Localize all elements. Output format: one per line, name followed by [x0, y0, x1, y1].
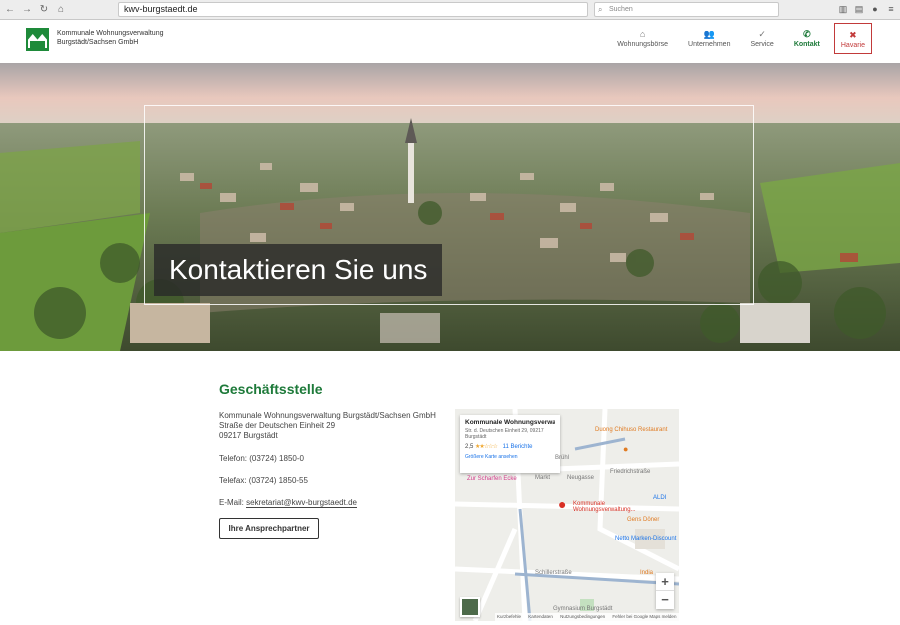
email-link[interactable]: sekretariat@kwv-burgstaedt.de	[246, 498, 357, 508]
brand-line-1: Kommunale Wohnungsverwaltung	[57, 30, 164, 37]
fax-number: Telefax: (03724) 1850-55	[219, 476, 308, 485]
map-label-cafe[interactable]: Zur Scharfen Ecke	[467, 476, 517, 482]
map-zoom-controls: + −	[656, 573, 674, 609]
phone-icon: ✆	[803, 29, 811, 39]
company-logo[interactable]	[26, 28, 49, 51]
phone-number: Telefon: (03724) 1850-0	[219, 454, 304, 463]
map-footer-terms[interactable]: Nutzungsbedingungen	[560, 614, 605, 619]
email-label: E-Mail:	[219, 498, 244, 507]
map-label-gymnasium[interactable]: Gymnasium Burgstädt	[553, 606, 612, 612]
section-title: Geschäftsstelle	[219, 381, 323, 397]
home-icon[interactable]: ⌂	[54, 3, 68, 17]
search-placeholder: Suchen	[609, 6, 633, 13]
reload-icon[interactable]: ↻	[37, 3, 51, 17]
email-line: E-Mail: sekretariat@kwv-burgstaedt.de	[219, 498, 357, 508]
reviews-link[interactable]: 11 Berichte	[503, 444, 533, 450]
map-label-friedrichstrasse: Friedrichstraße	[610, 469, 651, 475]
menu-icon[interactable]: ≡	[886, 3, 896, 15]
google-map[interactable]: Kommunale Wohnungsverwal... Str. d. Deut…	[455, 409, 679, 621]
map-label-bruehl: Brühl	[555, 455, 570, 461]
sidebar-icon[interactable]: ▤	[854, 3, 864, 15]
search-icon: ⌕	[598, 5, 603, 14]
library-icon[interactable]: ▥	[838, 3, 848, 15]
street: Straße der Deutschen Einheit 29	[219, 421, 336, 430]
brand-name[interactable]: Kommunale Wohnungsverwaltung Burgstädt/S…	[57, 30, 164, 47]
account-icon[interactable]: ●	[870, 3, 880, 15]
people-icon: 👥	[703, 29, 715, 39]
map-footer-report[interactable]: Fehler bei Google Maps melden	[612, 614, 676, 619]
main-nav: ⌂ Wohnungsbörse 👥 Unternehmen ✓ Service …	[607, 23, 872, 57]
nav-unternehmen[interactable]: 👥 Unternehmen	[678, 23, 740, 48]
city: 09217 Burgstädt	[219, 431, 278, 440]
map-label-india[interactable]: India	[640, 570, 653, 576]
satellite-toggle[interactable]	[460, 597, 480, 617]
contact-persons-button[interactable]: Ihre Ansprechpartner	[219, 518, 319, 539]
map-label-neugasse: Neugasse	[567, 475, 595, 481]
map-footer-shortcuts[interactable]: Kurzbefehle	[497, 614, 521, 619]
nav-service[interactable]: ✓ Service	[740, 23, 783, 48]
brand-line-2: Burgstädt/Sachsen GmbH	[57, 38, 139, 46]
restaurant-pin-icon[interactable]: ●	[623, 444, 628, 454]
site-header: Kommunale Wohnungsverwaltung Burgstädt/S…	[0, 21, 900, 63]
map-footer-data[interactable]: Kartendaten	[528, 614, 553, 619]
location-marker-icon[interactable]: ●	[558, 496, 566, 512]
map-label-schillerstrasse: Schillerstraße	[535, 570, 572, 576]
office-address: Kommunale Wohnungsverwaltung Burgstädt/S…	[219, 411, 436, 441]
map-label-netto[interactable]: Netto Marken-Discount	[615, 536, 676, 542]
check-circle-icon: ✓	[758, 29, 766, 39]
hero-title: Kontaktieren Sie uns	[154, 244, 443, 296]
rating-stars-icon: ★★☆☆☆	[475, 444, 498, 450]
zoom-out-button[interactable]: −	[656, 591, 674, 609]
url-bar[interactable]: kwv-burgstaedt.de	[118, 2, 588, 17]
nav-wohnungsboerse[interactable]: ⌂ Wohnungsbörse	[607, 23, 678, 48]
home-circle-icon: ⌂	[639, 29, 646, 39]
larger-map-link[interactable]: Größere Karte ansehen	[465, 454, 555, 460]
map-label-doner[interactable]: Gens Döner	[627, 517, 659, 523]
map-rating: 2,5 ★★☆☆☆ 11 Berichte	[465, 444, 533, 450]
company-name: Kommunale Wohnungsverwaltung Burgstädt/S…	[219, 411, 436, 420]
back-icon[interactable]: ←	[3, 3, 17, 17]
tools-icon: ✖	[849, 30, 857, 40]
forward-icon[interactable]: →	[20, 3, 34, 17]
browser-search-input[interactable]: ⌕ Suchen	[594, 2, 779, 17]
nav-kontakt[interactable]: ✆ Kontakt	[784, 23, 830, 48]
nav-havarie[interactable]: ✖ Havarie	[833, 23, 872, 54]
map-label-marker[interactable]: Kommunale Wohnungsverwaltung...	[573, 501, 643, 513]
map-label-markt: Markt	[535, 475, 550, 481]
map-info-card: Kommunale Wohnungsverwal... Str. d. Deut…	[460, 415, 560, 473]
map-footer: Kurzbefehle Kartendaten Nutzungsbedingun…	[495, 613, 679, 621]
map-label-restaurant[interactable]: Duong Chihuso Restaurant	[595, 427, 667, 433]
map-label-aldi[interactable]: ALDI	[653, 495, 666, 501]
hero-banner: Kontaktieren Sie uns	[0, 63, 900, 351]
map-info-address: Str. d. Deutschen Einheit 29, 09217 Burg…	[465, 428, 544, 440]
zoom-in-button[interactable]: +	[656, 573, 674, 591]
browser-toolbar: ← → ↻ ⌂ kwv-burgstaedt.de ⌕ Suchen ▥ ▤ ●…	[0, 0, 900, 20]
map-info-title: Kommunale Wohnungsverwal...	[465, 419, 555, 426]
